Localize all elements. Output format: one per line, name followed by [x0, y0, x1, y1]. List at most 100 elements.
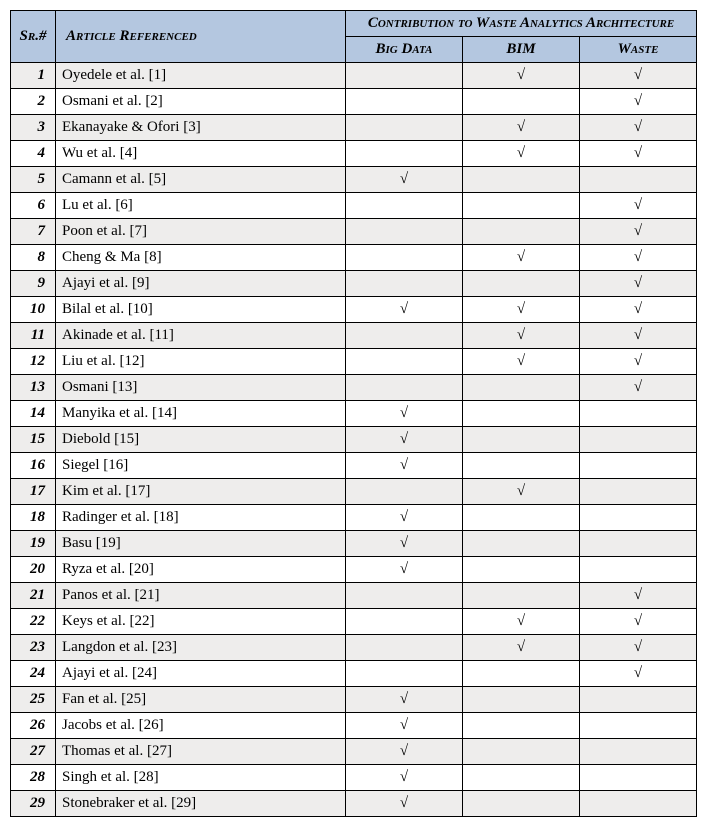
cell-bigdata — [346, 349, 463, 375]
cell-sr: 6 — [11, 193, 56, 219]
cell-article: Kim et al. [17] — [56, 479, 346, 505]
cell-waste: √ — [580, 245, 697, 271]
cell-sr: 4 — [11, 141, 56, 167]
cell-sr: 12 — [11, 349, 56, 375]
table-row: 1Oyedele et al. [1]√√ — [11, 63, 697, 89]
cell-bim — [463, 791, 580, 817]
cell-waste: √ — [580, 375, 697, 401]
cell-bim: √ — [463, 297, 580, 323]
cell-sr: 29 — [11, 791, 56, 817]
cell-bigdata — [346, 479, 463, 505]
cell-bim: √ — [463, 245, 580, 271]
cell-waste — [580, 479, 697, 505]
cell-sr: 7 — [11, 219, 56, 245]
cell-sr: 8 — [11, 245, 56, 271]
cell-bigdata — [346, 245, 463, 271]
cell-sr: 1 — [11, 63, 56, 89]
cell-article: Poon et al. [7] — [56, 219, 346, 245]
cell-waste — [580, 427, 697, 453]
cell-sr: 9 — [11, 271, 56, 297]
cell-article: Singh et al. [28] — [56, 765, 346, 791]
cell-waste — [580, 557, 697, 583]
table-row: 29Stonebraker et al. [29]√ — [11, 791, 697, 817]
table-row: 6Lu et al. [6]√ — [11, 193, 697, 219]
table-row: 17Kim et al. [17]√ — [11, 479, 697, 505]
cell-bim: √ — [463, 635, 580, 661]
cell-bim: √ — [463, 323, 580, 349]
table-row: 10Bilal et al. [10]√√√ — [11, 297, 697, 323]
cell-bigdata — [346, 115, 463, 141]
cell-bigdata — [346, 323, 463, 349]
cell-article: Siegel [16] — [56, 453, 346, 479]
cell-sr: 2 — [11, 89, 56, 115]
cell-article: Camann et al. [5] — [56, 167, 346, 193]
table-row: 8Cheng & Ma [8]√√ — [11, 245, 697, 271]
cell-bim — [463, 271, 580, 297]
table-row: 20Ryza et al. [20]√ — [11, 557, 697, 583]
cell-bigdata: √ — [346, 739, 463, 765]
table-row: 23Langdon et al. [23]√√ — [11, 635, 697, 661]
table-row: 24Ajayi et al. [24]√ — [11, 661, 697, 687]
cell-waste — [580, 687, 697, 713]
cell-bim — [463, 427, 580, 453]
cell-waste: √ — [580, 297, 697, 323]
cell-waste — [580, 167, 697, 193]
cell-waste — [580, 765, 697, 791]
cell-article: Keys et al. [22] — [56, 609, 346, 635]
cell-bigdata — [346, 583, 463, 609]
cell-bigdata: √ — [346, 531, 463, 557]
cell-bim: √ — [463, 141, 580, 167]
cell-bigdata: √ — [346, 713, 463, 739]
cell-bim — [463, 713, 580, 739]
cell-waste: √ — [580, 349, 697, 375]
cell-sr: 3 — [11, 115, 56, 141]
cell-bigdata: √ — [346, 427, 463, 453]
table-row: 3Ekanayake & Ofori [3]√√ — [11, 115, 697, 141]
cell-bigdata: √ — [346, 765, 463, 791]
cell-waste: √ — [580, 635, 697, 661]
cell-article: Langdon et al. [23] — [56, 635, 346, 661]
cell-sr: 10 — [11, 297, 56, 323]
table-row: 26Jacobs et al. [26]√ — [11, 713, 697, 739]
cell-waste: √ — [580, 115, 697, 141]
table-row: 7Poon et al. [7]√ — [11, 219, 697, 245]
cell-bigdata: √ — [346, 453, 463, 479]
header-waste: Waste — [580, 37, 697, 63]
cell-waste — [580, 739, 697, 765]
cell-waste: √ — [580, 193, 697, 219]
cell-sr: 18 — [11, 505, 56, 531]
cell-article: Stonebraker et al. [29] — [56, 791, 346, 817]
table-row: 13Osmani [13]√ — [11, 375, 697, 401]
cell-bigdata — [346, 141, 463, 167]
cell-bim: √ — [463, 349, 580, 375]
cell-bim — [463, 89, 580, 115]
cell-bigdata: √ — [346, 167, 463, 193]
cell-article: Panos et al. [21] — [56, 583, 346, 609]
cell-waste — [580, 453, 697, 479]
cell-sr: 14 — [11, 401, 56, 427]
cell-waste — [580, 505, 697, 531]
cell-article: Manyika et al. [14] — [56, 401, 346, 427]
references-table: Sr.# Article Referenced Contribution to … — [10, 10, 697, 817]
cell-bigdata — [346, 193, 463, 219]
cell-bim: √ — [463, 63, 580, 89]
cell-article: Diebold [15] — [56, 427, 346, 453]
cell-waste — [580, 713, 697, 739]
cell-bim: √ — [463, 609, 580, 635]
cell-article: Ajayi et al. [24] — [56, 661, 346, 687]
table-row: 2Osmani et al. [2]√ — [11, 89, 697, 115]
table-row: 18Radinger et al. [18]√ — [11, 505, 697, 531]
cell-bim — [463, 765, 580, 791]
cell-article: Wu et al. [4] — [56, 141, 346, 167]
cell-bigdata: √ — [346, 687, 463, 713]
cell-bim — [463, 453, 580, 479]
cell-waste: √ — [580, 661, 697, 687]
cell-bim: √ — [463, 479, 580, 505]
cell-sr: 19 — [11, 531, 56, 557]
cell-bim — [463, 193, 580, 219]
cell-waste: √ — [580, 583, 697, 609]
cell-article: Jacobs et al. [26] — [56, 713, 346, 739]
cell-bim — [463, 661, 580, 687]
table-row: 22Keys et al. [22]√√ — [11, 609, 697, 635]
cell-sr: 25 — [11, 687, 56, 713]
